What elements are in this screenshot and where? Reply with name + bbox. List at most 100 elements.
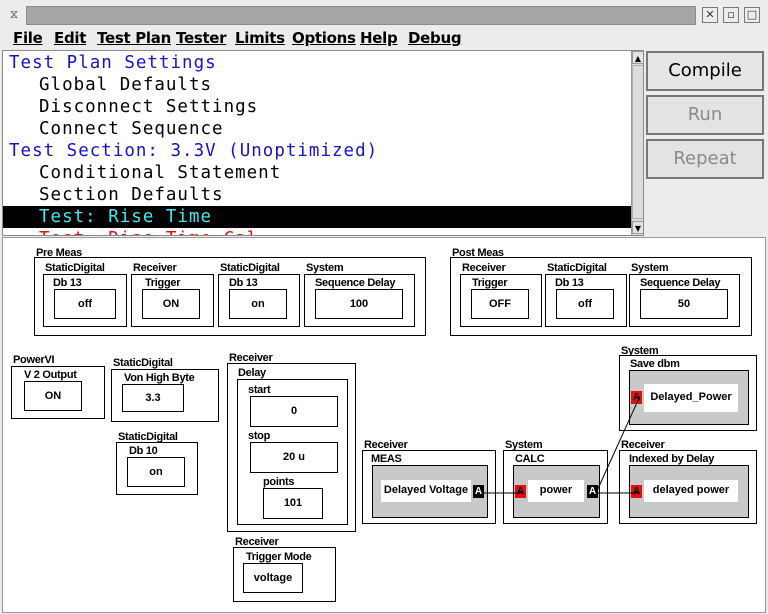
system-save-dbm[interactable]: Save dbm A Delayed_Power bbox=[619, 355, 757, 431]
param-value[interactable]: on bbox=[229, 289, 287, 319]
calc-panel: A power A bbox=[513, 465, 600, 518]
block-type-label: StaticDigital bbox=[220, 262, 280, 274]
receiver-delay-sweep[interactable]: Delay start 0 stop 20 u points 101 bbox=[227, 363, 356, 532]
param-label: Delay bbox=[238, 367, 266, 379]
staticdigital-db10[interactable]: Db 10 on bbox=[116, 442, 198, 495]
repeat-button[interactable]: Repeat bbox=[646, 139, 764, 179]
close-window-icon[interactable]: ✕ bbox=[702, 7, 718, 23]
post-meas-group[interactable]: Receiver Trigger OFF StaticDigital Db 13… bbox=[450, 257, 752, 336]
input-port[interactable]: A bbox=[631, 485, 642, 498]
tree-item-conditional-statement[interactable]: Conditional Statement bbox=[3, 162, 281, 184]
tree-item-disconnect-settings[interactable]: Disconnect Settings bbox=[3, 96, 258, 118]
block-type-label: StaticDigital bbox=[547, 262, 607, 274]
pre-meas-staticdigital-db13-off[interactable]: Db 13 off bbox=[43, 274, 127, 327]
param-value[interactable]: power bbox=[528, 480, 584, 502]
receiver-indexed-by-delay[interactable]: Indexed by Delay A delayed power bbox=[619, 450, 757, 524]
param-value[interactable]: off bbox=[556, 289, 614, 319]
menu-file[interactable]: File bbox=[13, 29, 43, 47]
tree-item-test-plan-settings[interactable]: Test Plan Settings bbox=[3, 52, 217, 74]
post-meas-system-sequence-delay[interactable]: Sequence Delay 50 bbox=[629, 274, 740, 327]
stop-label: stop bbox=[248, 430, 271, 442]
post-meas-receiver-trigger[interactable]: Trigger OFF bbox=[460, 274, 542, 327]
param-label: V 2 Output bbox=[24, 369, 77, 381]
param-value[interactable]: off bbox=[54, 289, 116, 319]
pre-meas-staticdigital-db13-on[interactable]: Db 13 on bbox=[218, 274, 300, 327]
block-type-label: Receiver bbox=[133, 262, 177, 274]
param-label: MEAS bbox=[371, 453, 402, 465]
param-value[interactable]: OFF bbox=[471, 289, 529, 319]
delay-sweep-panel: start 0 stop 20 u points 101 bbox=[237, 379, 348, 525]
receiver-meas[interactable]: MEAS Delayed Voltage A bbox=[362, 450, 496, 524]
test-plan-tree[interactable]: Test Plan Settings Global Defaults Disco… bbox=[2, 50, 644, 236]
pre-meas-receiver-trigger[interactable]: Trigger ON bbox=[131, 274, 214, 327]
param-value[interactable]: voltage bbox=[243, 563, 303, 593]
tree-scrollbar[interactable]: ▲ ▼ bbox=[631, 51, 643, 235]
param-value[interactable]: Delayed_Power bbox=[644, 384, 738, 412]
minimize-window-icon[interactable]: ▫ bbox=[723, 7, 739, 23]
param-label: Db 13 bbox=[229, 277, 258, 289]
menu-debug[interactable]: Debug bbox=[408, 29, 462, 47]
start-value[interactable]: 0 bbox=[250, 396, 338, 427]
param-label: Trigger bbox=[472, 277, 508, 289]
param-value[interactable]: 100 bbox=[315, 289, 403, 319]
tree-item-rise-time-selected[interactable]: Test: Rise Time bbox=[3, 206, 631, 228]
tree-item-section-defaults[interactable]: Section Defaults bbox=[3, 184, 224, 206]
param-label: Indexed by Delay bbox=[629, 453, 715, 465]
scroll-thumb[interactable] bbox=[632, 65, 643, 219]
block-type-label: System bbox=[306, 262, 344, 274]
system-calc[interactable]: CALC A power A bbox=[503, 450, 608, 524]
tree-item-global-defaults[interactable]: Global Defaults bbox=[3, 74, 212, 96]
test-diagram-canvas[interactable]: Pre Meas StaticDigital Db 13 off Receive… bbox=[2, 237, 766, 613]
input-port[interactable]: A bbox=[515, 485, 526, 498]
block-type-label: StaticDigital bbox=[113, 357, 173, 369]
output-port[interactable]: A bbox=[587, 485, 598, 498]
block-type-label: System bbox=[631, 262, 669, 274]
scroll-up-icon[interactable]: ▲ bbox=[632, 51, 643, 64]
pre-meas-group[interactable]: StaticDigital Db 13 off Receiver Trigger… bbox=[34, 257, 426, 336]
param-value[interactable]: ON bbox=[142, 289, 200, 319]
param-label: Sequence Delay bbox=[315, 277, 396, 289]
meas-panel: Delayed Voltage A bbox=[372, 465, 488, 518]
pre-meas-system-sequence-delay[interactable]: Sequence Delay 100 bbox=[304, 274, 415, 327]
param-value[interactable]: delayed power bbox=[644, 480, 738, 502]
param-label: CALC bbox=[515, 453, 545, 465]
staticdigital-von-high-byte[interactable]: Von High Byte 3.3 bbox=[111, 369, 219, 422]
menu-help[interactable]: Help bbox=[360, 29, 398, 47]
start-label: start bbox=[248, 384, 271, 396]
menu-test-plan[interactable]: Test Plan bbox=[97, 29, 171, 47]
menu-limits[interactable]: Limits bbox=[235, 29, 285, 47]
block-type-label: StaticDigital bbox=[45, 262, 105, 274]
param-label: Db 13 bbox=[555, 277, 584, 289]
input-port[interactable]: A bbox=[631, 391, 642, 404]
powervi-v2-output[interactable]: V 2 Output ON bbox=[11, 366, 105, 419]
param-value[interactable]: Delayed Voltage bbox=[381, 480, 471, 502]
window-menu-icon[interactable]: ⧖ bbox=[6, 6, 22, 22]
scroll-down-icon[interactable]: ▼ bbox=[632, 221, 643, 234]
points-value[interactable]: 101 bbox=[263, 488, 323, 519]
param-value[interactable]: ON bbox=[24, 381, 82, 411]
param-label: Trigger Mode bbox=[246, 551, 312, 563]
param-label: Trigger bbox=[145, 277, 181, 289]
save-panel: A Delayed_Power bbox=[629, 370, 749, 425]
tree-item-rise-time-cal[interactable]: Test: Rise Time Cal bbox=[3, 228, 258, 235]
title-bar-drag-area[interactable] bbox=[26, 6, 696, 25]
param-value[interactable]: 50 bbox=[640, 289, 728, 319]
param-value[interactable]: 3.3 bbox=[122, 384, 184, 412]
tree-item-test-section[interactable]: Test Section: 3.3V (Unoptimized) bbox=[3, 140, 378, 162]
indexed-panel: A delayed power bbox=[629, 465, 749, 518]
menu-options[interactable]: Options bbox=[292, 29, 356, 47]
maximize-window-icon[interactable]: □ bbox=[744, 7, 760, 23]
menu-bar: File Edit Test Plan Tester Limits Option… bbox=[0, 28, 768, 50]
title-bar[interactable]: ⧖ ✕ ▫ □ bbox=[0, 0, 768, 28]
menu-edit[interactable]: Edit bbox=[54, 29, 86, 47]
param-label: Von High Byte bbox=[124, 372, 195, 384]
compile-button[interactable]: Compile bbox=[646, 51, 764, 91]
menu-tester[interactable]: Tester bbox=[176, 29, 227, 47]
output-port[interactable]: A bbox=[473, 485, 484, 498]
stop-value[interactable]: 20 u bbox=[250, 442, 338, 473]
run-button[interactable]: Run bbox=[646, 95, 764, 135]
param-value[interactable]: on bbox=[127, 457, 185, 487]
post-meas-staticdigital-db13-off[interactable]: Db 13 off bbox=[545, 274, 627, 327]
tree-item-connect-sequence[interactable]: Connect Sequence bbox=[3, 118, 224, 140]
receiver-trigger-mode[interactable]: Trigger Mode voltage bbox=[233, 547, 336, 602]
